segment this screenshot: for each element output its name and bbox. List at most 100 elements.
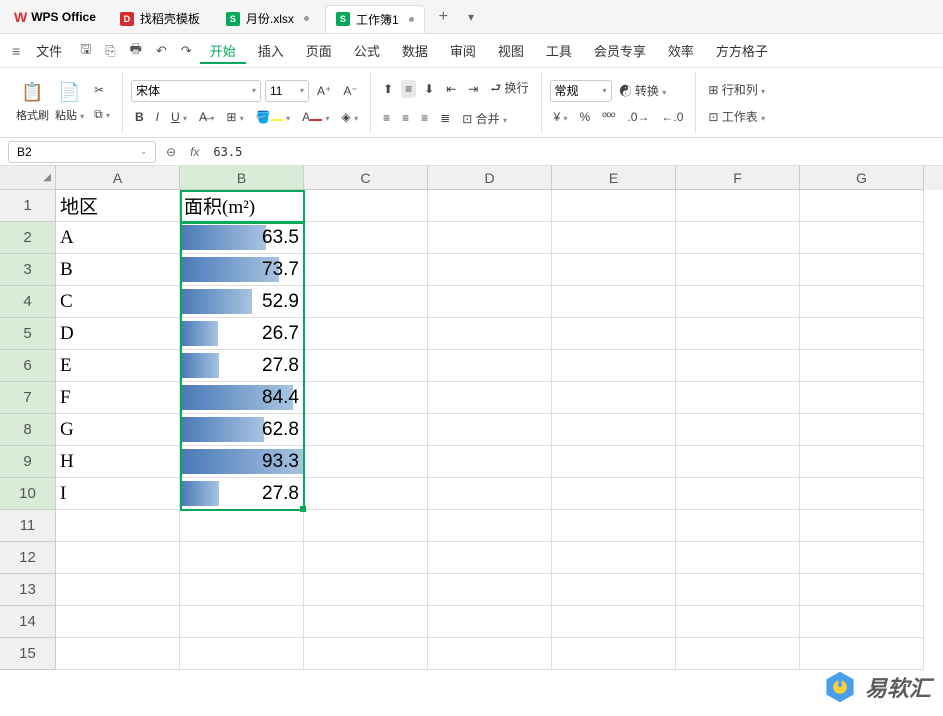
row-header[interactable]: 13 <box>0 574 56 606</box>
decrease-font-icon[interactable]: A⁻ <box>339 82 361 100</box>
cell[interactable]: 面积(m²) <box>180 190 304 222</box>
cell[interactable] <box>428 318 552 350</box>
row-header[interactable]: 14 <box>0 606 56 638</box>
menu-view[interactable]: 视图 <box>488 37 534 64</box>
cell[interactable] <box>552 638 676 670</box>
redo-icon[interactable]: ↷ <box>175 39 198 63</box>
cell[interactable] <box>800 574 924 606</box>
cell[interactable] <box>800 382 924 414</box>
row-header[interactable]: 2 <box>0 222 56 254</box>
name-box[interactable]: B2 ⌄ <box>8 141 156 163</box>
cell[interactable] <box>676 446 800 478</box>
copy-icon[interactable]: ⧉ ▾ <box>90 105 114 124</box>
merge-cells-button[interactable]: ⊡ 合并 ▾ <box>458 108 511 129</box>
cell[interactable] <box>304 350 428 382</box>
cell[interactable]: F <box>56 382 180 414</box>
worksheet-button[interactable]: ⊡ 工作表 ▾ <box>704 106 769 127</box>
menu-review[interactable]: 审阅 <box>440 37 486 64</box>
hamburger-icon[interactable]: ≡ <box>8 43 24 59</box>
cell[interactable]: 52.9 <box>180 286 304 318</box>
cell[interactable] <box>552 414 676 446</box>
bold-button[interactable]: B <box>131 108 148 126</box>
cell[interactable]: I <box>56 478 180 510</box>
menu-efficiency[interactable]: 效率 <box>658 37 704 64</box>
cell[interactable] <box>428 542 552 574</box>
cell[interactable] <box>676 414 800 446</box>
cell[interactable] <box>304 286 428 318</box>
row-header[interactable]: 8 <box>0 414 56 446</box>
cell[interactable] <box>304 414 428 446</box>
font-color-button[interactable]: A ▾ <box>298 108 333 126</box>
cell[interactable] <box>676 574 800 606</box>
undo-icon[interactable]: ↶ <box>150 39 173 63</box>
cell[interactable] <box>676 350 800 382</box>
cell[interactable] <box>428 638 552 670</box>
cell[interactable] <box>676 606 800 638</box>
align-top-icon[interactable]: ⬆ <box>379 80 397 98</box>
col-header-F[interactable]: F <box>676 166 800 190</box>
align-center-icon[interactable]: ≡ <box>398 109 413 127</box>
tab-list-button[interactable]: ▾ <box>462 10 480 24</box>
export-icon[interactable]: ⎘ <box>99 39 121 63</box>
cell[interactable] <box>304 478 428 510</box>
underline-button[interactable]: U ▾ <box>167 108 191 126</box>
cell[interactable] <box>428 350 552 382</box>
font-size-select[interactable]: 11▾ <box>265 80 309 102</box>
cell[interactable] <box>676 542 800 574</box>
menu-ffgz[interactable]: 方方格子 <box>706 37 778 64</box>
cell[interactable] <box>800 478 924 510</box>
cell[interactable]: D <box>56 318 180 350</box>
cell[interactable]: H <box>56 446 180 478</box>
spreadsheet-grid[interactable]: ◢ A B C D E F G 1地区面积(m²)2A63.53B73.74C5… <box>0 166 943 670</box>
cell[interactable] <box>552 382 676 414</box>
increase-decimal-icon[interactable]: .0→ <box>623 108 653 126</box>
formula-input[interactable]: 63.5 <box>209 145 935 159</box>
menu-tools[interactable]: 工具 <box>536 37 582 64</box>
cell[interactable]: 地区 <box>56 190 180 222</box>
cell[interactable] <box>428 414 552 446</box>
col-header-B[interactable]: B <box>180 166 304 190</box>
cell[interactable] <box>428 478 552 510</box>
border-button[interactable]: ⊞ ▾ <box>222 108 247 126</box>
cell[interactable]: C <box>56 286 180 318</box>
cell[interactable] <box>676 478 800 510</box>
comma-icon[interactable]: ººº <box>598 108 619 126</box>
cell[interactable] <box>56 510 180 542</box>
menu-home[interactable]: 开始 <box>200 37 246 64</box>
cell[interactable] <box>428 446 552 478</box>
clear-format-icon[interactable]: ◈ ▾ <box>338 108 363 126</box>
menu-data[interactable]: 数据 <box>392 37 438 64</box>
cell[interactable] <box>304 190 428 222</box>
cell[interactable] <box>304 382 428 414</box>
cell[interactable] <box>304 510 428 542</box>
row-header[interactable]: 7 <box>0 382 56 414</box>
tab-templates[interactable]: D 找稻壳模板 <box>110 5 210 33</box>
cell[interactable] <box>676 222 800 254</box>
row-header[interactable]: 6 <box>0 350 56 382</box>
cell[interactable]: 93.3 <box>180 446 304 478</box>
cell[interactable] <box>552 542 676 574</box>
row-header[interactable]: 4 <box>0 286 56 318</box>
cell[interactable] <box>56 638 180 670</box>
cancel-formula-icon[interactable]: ⊖ <box>162 145 180 159</box>
cell[interactable] <box>180 606 304 638</box>
cell[interactable] <box>428 222 552 254</box>
cell[interactable]: 26.7 <box>180 318 304 350</box>
menu-formula[interactable]: 公式 <box>344 37 390 64</box>
cell[interactable] <box>428 190 552 222</box>
select-all-corner[interactable]: ◢ <box>0 166 56 190</box>
cell[interactable] <box>676 318 800 350</box>
print-icon[interactable]: 🖶 <box>124 36 148 66</box>
file-menu[interactable]: 文件 <box>26 37 72 64</box>
cell[interactable] <box>304 574 428 606</box>
cell[interactable]: 63.5 <box>180 222 304 254</box>
cell[interactable] <box>800 606 924 638</box>
menu-page[interactable]: 页面 <box>296 37 342 64</box>
cell[interactable] <box>428 382 552 414</box>
cell[interactable] <box>428 286 552 318</box>
align-bottom-icon[interactable]: ⬇ <box>420 80 438 98</box>
cell[interactable] <box>304 222 428 254</box>
cell[interactable] <box>552 510 676 542</box>
cut-icon[interactable]: ✂ <box>90 81 114 99</box>
row-header[interactable]: 5 <box>0 318 56 350</box>
